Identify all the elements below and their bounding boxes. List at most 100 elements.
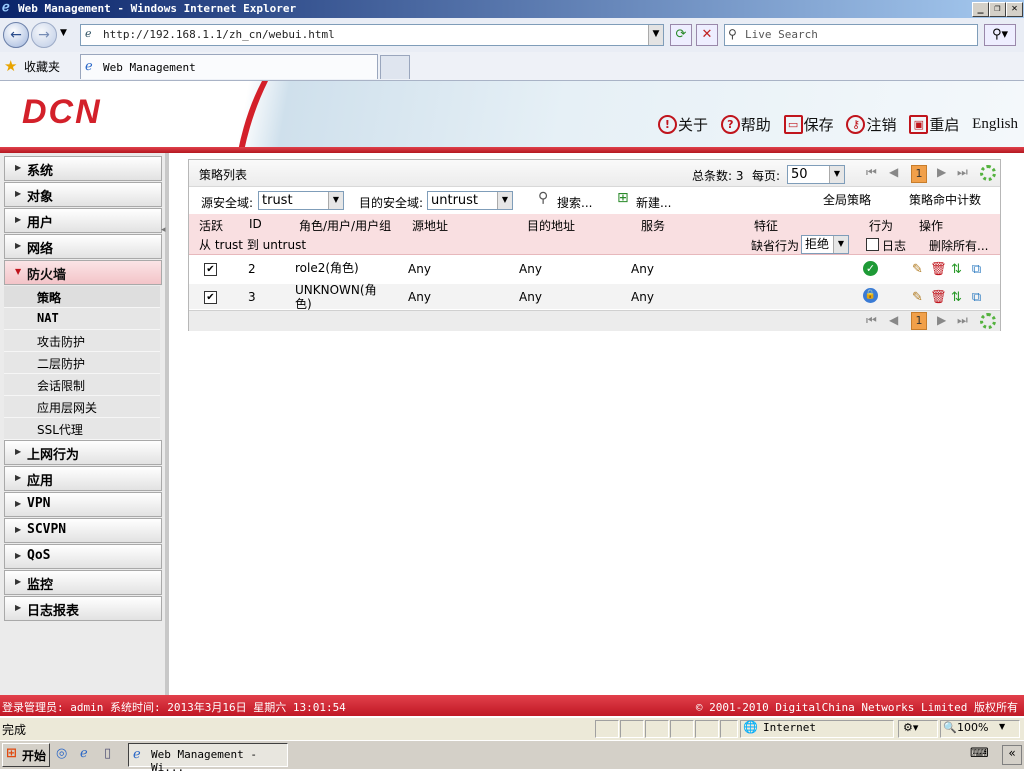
new-policy-icon[interactable]: ⊞ (617, 190, 629, 206)
policy-id: 3 (248, 290, 256, 304)
first-page-icon[interactable]: ⏮ (866, 313, 877, 328)
submenu-alg[interactable]: 应用层网关 (4, 396, 160, 418)
protected-mode-icon[interactable]: ⚙▾ (898, 720, 938, 738)
sidebar: ▶ 系统 ▶ 对象 ▶ 用户 ▶ 网络 ▼ 防火墙 策略 NAT 攻击防护 二层防护 会话… (0, 153, 169, 695)
forward-button[interactable]: → (31, 22, 57, 48)
about-icon: ! (657, 115, 677, 134)
header-links: ! 关于 ? 帮助 ▭ 保存 ⚷ 注销 ▣ 重启 English (649, 114, 1018, 135)
per-page-select[interactable]: 50 ▼ (787, 165, 845, 184)
default-action-label: 缺省行为 (751, 239, 800, 253)
menu-qos[interactable]: ▶ QoS (4, 544, 162, 569)
src-zone-select[interactable]: trust ▼ (258, 191, 344, 210)
restore-button[interactable]: ❐ (989, 2, 1006, 17)
edit-icon[interactable]: ✎ (910, 262, 925, 277)
global-policy-link[interactable]: 全局策略 (823, 191, 871, 208)
search-link[interactable]: 搜索... (557, 194, 592, 211)
refresh-icon[interactable] (980, 313, 996, 329)
delete-icon[interactable]: 🗑 (930, 262, 947, 277)
logout-link[interactable]: ⚷ 注销 (846, 114, 896, 135)
edit-icon[interactable]: ✎ (910, 290, 925, 305)
keyboard-tray-icon[interactable]: ⌨ (970, 746, 989, 761)
last-page-icon[interactable]: ⏭ (957, 165, 968, 180)
quicklaunch-desktop-icon[interactable]: ◎ (56, 746, 67, 761)
per-page-label: 每页: (752, 169, 781, 183)
close-window-button[interactable]: ✕ (1006, 2, 1023, 17)
address-input[interactable]: ℯ http://192.168.1.1/zh_cn/webui.html ▼ (80, 24, 664, 46)
policy-role: role2(角色) (295, 261, 359, 275)
menu-log-report[interactable]: ▶ 日志报表 (4, 596, 162, 621)
log-checkbox[interactable] (866, 238, 879, 251)
tray-expand-button[interactable]: « (1002, 745, 1022, 765)
refresh-button[interactable]: ⟳ (670, 24, 692, 46)
move-icon[interactable]: ⇅ (949, 290, 964, 305)
search-input[interactable]: ⚲ Live Search (724, 24, 978, 46)
taskbar-item-ie[interactable]: ℯ Web Management - Wi... (128, 743, 288, 774)
first-page-icon[interactable]: ⏮ (866, 165, 877, 180)
menu-network[interactable]: ▶ 网络 (4, 234, 162, 259)
copy-icon[interactable]: ⧉ (969, 290, 984, 305)
active-checkbox[interactable]: ✔ (204, 263, 217, 276)
table-row: ✔ 2 role2(角色) Any Any Any ✓ ✎ 🗑 ⇅ ⧉ (189, 255, 1000, 284)
zoom-control[interactable]: 🔍 100% ▼ (940, 720, 1020, 738)
menu-monitor[interactable]: ▶ 监控 (4, 570, 162, 595)
search-go-button[interactable]: ⚲▾ (984, 24, 1016, 46)
menu-application[interactable]: ▶ 应用 (4, 466, 162, 491)
english-link[interactable]: English (972, 116, 1018, 133)
browser-tab[interactable]: ℯ Web Management (80, 54, 378, 79)
active-checkbox[interactable]: ✔ (204, 291, 217, 304)
new-policy-link[interactable]: 新建... (636, 194, 671, 211)
zoom-value: 100% (957, 721, 989, 734)
address-dropdown-icon[interactable]: ▼ (648, 25, 663, 45)
hit-count-link[interactable]: 策略命中计数 (909, 191, 981, 208)
refresh-icon[interactable] (980, 165, 996, 181)
menu-system[interactable]: ▶ 系统 (4, 156, 162, 181)
menu-vpn[interactable]: ▶ VPN (4, 492, 162, 517)
collapsed-arrow-icon: ▶ (15, 189, 22, 198)
menu-scvpn[interactable]: ▶ SCVPN (4, 518, 162, 543)
delete-icon[interactable]: 🗑 (930, 290, 947, 305)
submenu-attack-defense[interactable]: 攻击防护 (4, 330, 160, 352)
stop-button[interactable]: ✕ (696, 24, 718, 46)
start-button[interactable]: ⊞ 开始 (2, 743, 50, 767)
menu-label: 系统 (27, 164, 54, 179)
favorites-label[interactable]: 收藏夹 (24, 58, 60, 75)
sidebar-collapse-handle[interactable]: ◂ (161, 225, 166, 305)
quicklaunch-app-icon[interactable]: ▯ (104, 746, 111, 761)
save-link[interactable]: ▭ 保存 (783, 114, 834, 135)
history-dropdown-icon[interactable]: ▼ (60, 28, 67, 38)
copy-icon[interactable]: ⧉ (969, 262, 984, 277)
quicklaunch-ie-icon[interactable]: ℯ (80, 746, 88, 761)
next-page-icon[interactable]: ▶ (937, 313, 946, 327)
last-page-icon[interactable]: ⏭ (957, 313, 968, 328)
col-action: 行为 (869, 219, 894, 233)
current-page[interactable]: 1 (911, 312, 927, 330)
delete-all-link[interactable]: 删除所有... (929, 237, 988, 254)
search-icon[interactable]: ⚲ (538, 190, 548, 206)
prev-page-icon[interactable]: ◀ (889, 313, 898, 327)
submenu-policy[interactable]: 策略 (4, 286, 160, 308)
move-icon[interactable]: ⇅ (949, 262, 964, 277)
page-header: DCN ! 关于 ? 帮助 ▭ 保存 ⚷ 注销 ▣ 重启 English (0, 81, 1024, 151)
about-link[interactable]: ! 关于 (657, 114, 708, 135)
restart-link[interactable]: ▣ 重启 (909, 114, 959, 135)
back-button[interactable]: ← (3, 22, 29, 48)
menu-internet-behavior[interactable]: ▶ 上网行为 (4, 440, 162, 465)
restart-icon: ▣ (909, 115, 929, 134)
help-link[interactable]: ? 帮助 (720, 114, 771, 135)
col-operation: 操作 (919, 219, 944, 233)
new-tab-button[interactable] (380, 55, 410, 79)
submenu-session-limit[interactable]: 会话限制 (4, 374, 160, 396)
submenu-ssl-proxy[interactable]: SSL代理 (4, 418, 160, 440)
prev-page-icon[interactable]: ◀ (889, 165, 898, 179)
dst-zone-select[interactable]: untrust ▼ (427, 191, 513, 210)
next-page-icon[interactable]: ▶ (937, 165, 946, 179)
favorites-star-icon[interactable]: ★ (4, 57, 17, 75)
submenu-nat[interactable]: NAT (4, 308, 160, 330)
menu-user[interactable]: ▶ 用户 (4, 208, 162, 233)
minimize-button[interactable]: _ (972, 2, 989, 17)
menu-firewall[interactable]: ▼ 防火墙 (4, 260, 162, 285)
submenu-l2-defense[interactable]: 二层防护 (4, 352, 160, 374)
current-page[interactable]: 1 (911, 165, 927, 183)
default-action-select[interactable]: 拒绝 ▼ (801, 235, 849, 254)
menu-object[interactable]: ▶ 对象 (4, 182, 162, 207)
